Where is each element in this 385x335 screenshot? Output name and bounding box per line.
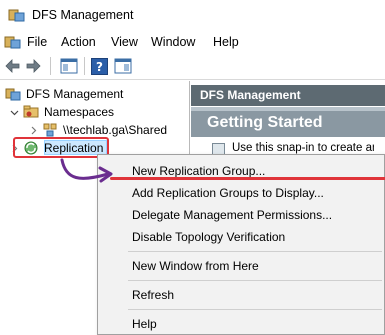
help-button[interactable]: ? bbox=[89, 56, 109, 76]
menu-file[interactable]: File bbox=[27, 35, 47, 49]
highlight-box bbox=[13, 137, 109, 158]
menu-separator bbox=[128, 251, 382, 252]
title-bar: DFS Management bbox=[0, 0, 385, 31]
menu-window[interactable]: Window bbox=[151, 35, 195, 49]
toolbar-separator bbox=[50, 57, 51, 75]
tree-item-label: DFS Management bbox=[26, 87, 124, 101]
toolbar-separator bbox=[84, 57, 85, 75]
menu-item-disable-topology-verification[interactable]: Disable Topology Verification bbox=[132, 230, 285, 244]
result-pane-header: DFS Management bbox=[191, 85, 385, 106]
show-hide-action-pane-button[interactable] bbox=[112, 56, 134, 76]
namespace-icon bbox=[42, 122, 58, 138]
tree-item-label: \\techlab.ga\Shared bbox=[63, 123, 168, 137]
tree-item-namespaces[interactable]: Namespaces bbox=[9, 103, 114, 121]
namespaces-icon bbox=[23, 104, 39, 120]
back-arrow-icon bbox=[5, 59, 20, 73]
menu-item-delegate-permissions[interactable]: Delegate Management Permissions... bbox=[132, 208, 332, 222]
menu-item-new-window[interactable]: New Window from Here bbox=[132, 259, 259, 273]
svg-text:?: ? bbox=[96, 60, 103, 74]
menu-view[interactable]: View bbox=[111, 35, 138, 49]
menu-item-add-replication-groups[interactable]: Add Replication Groups to Display... bbox=[132, 186, 324, 200]
context-menu: New Replication Group... Add Replication… bbox=[97, 154, 385, 335]
show-hide-console-tree-button[interactable] bbox=[58, 56, 80, 76]
menu-action[interactable]: Action bbox=[61, 35, 96, 49]
menu-separator bbox=[128, 309, 382, 310]
forward-arrow-icon bbox=[26, 59, 41, 73]
highlight-underline bbox=[110, 177, 385, 180]
show-hide-action-pane-icon bbox=[114, 58, 132, 74]
chevron-right-icon[interactable] bbox=[28, 125, 38, 135]
menu-bar: File Action View Window Help bbox=[0, 31, 385, 53]
window-title: DFS Management bbox=[32, 8, 134, 22]
help-icon: ? bbox=[90, 57, 108, 75]
system-menu-icon[interactable] bbox=[4, 34, 22, 50]
menu-separator bbox=[128, 280, 382, 281]
getting-started-text: Use this snap-in to create and bbox=[232, 142, 385, 154]
menu-help[interactable]: Help bbox=[213, 35, 239, 49]
chevron-down-icon[interactable] bbox=[9, 107, 19, 117]
getting-started-heading: Getting Started bbox=[191, 111, 385, 137]
forward-button[interactable] bbox=[24, 56, 42, 76]
dfs-management-icon bbox=[8, 8, 26, 22]
back-button[interactable] bbox=[4, 56, 22, 76]
menu-item-help[interactable]: Help bbox=[132, 317, 157, 331]
menu-item-new-replication-group[interactable]: New Replication Group... bbox=[132, 164, 265, 178]
toolbar: ? bbox=[0, 53, 385, 80]
dfs-management-icon bbox=[5, 86, 21, 102]
menu-item-refresh[interactable]: Refresh bbox=[132, 288, 174, 302]
show-hide-console-tree-icon bbox=[60, 58, 78, 74]
tree-item-dfs-management[interactable]: DFS Management bbox=[5, 85, 123, 103]
tree-item-label: Namespaces bbox=[44, 105, 115, 119]
